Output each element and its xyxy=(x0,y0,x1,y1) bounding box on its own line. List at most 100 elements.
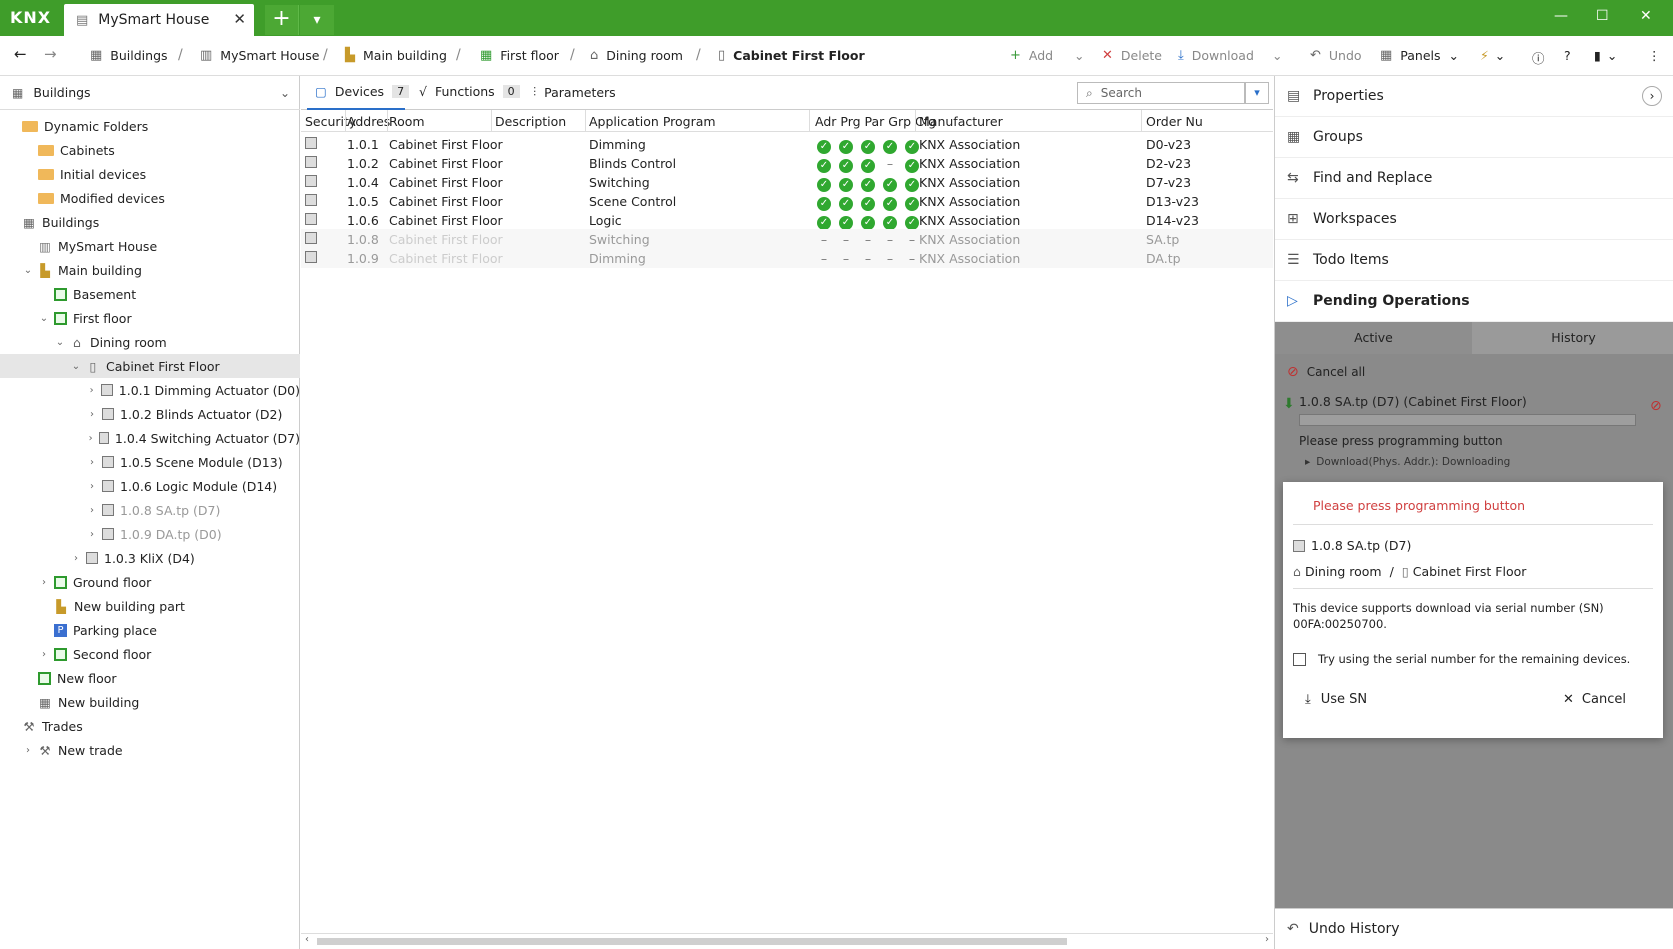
forward-icon[interactable]: → xyxy=(44,45,57,63)
chevron-right-icon[interactable]: › xyxy=(38,649,50,660)
cancel-all-button[interactable]: ⊘ Cancel all xyxy=(1287,364,1365,380)
breadcrumb-main-building[interactable]: ▙ Main building xyxy=(345,48,447,63)
scrollbar-thumb[interactable] xyxy=(317,938,1067,945)
column-header[interactable]: Room xyxy=(389,114,425,129)
column-header[interactable]: Manufacturer xyxy=(919,114,1003,129)
info-icon[interactable]: ⓘ xyxy=(1532,48,1545,67)
tree-item[interactable]: ▥ MySmart House xyxy=(0,234,300,258)
tree-item[interactable]: Modified devices xyxy=(0,186,300,210)
table-row[interactable]: 1.0.6 Cabinet First Floor Logic ✓ ✓ ✓ ✓ ✓ KNX As… xyxy=(301,210,1273,230)
breadcrumb-buildings[interactable]: ▦ Buildings xyxy=(90,48,168,63)
table-row[interactable]: 1.0.4 Cabinet First Floor Switching ✓ ✓ ✓ ✓ ✓ KN… xyxy=(301,172,1273,192)
tree-item[interactable]: New floor xyxy=(0,666,300,690)
tree-item[interactable]: › 1.0.3 KliX (D4) xyxy=(0,546,300,570)
chevron-down-icon[interactable]: ⌄ xyxy=(54,337,66,348)
breadcrumb-house[interactable]: ▥ MySmart House xyxy=(200,48,319,63)
chevron-right-icon[interactable]: › xyxy=(86,409,98,420)
todo-panel-header[interactable]: ☰ Todo Items xyxy=(1275,240,1673,281)
table-row[interactable]: 1.0.8 Cabinet First Floor Switching – – – – – KN… xyxy=(301,229,1273,249)
groups-panel-header[interactable]: ▦ Groups xyxy=(1275,117,1673,158)
chevron-right-icon[interactable]: › xyxy=(86,385,97,396)
document-tab[interactable]: ▤ MySmart House ✕ xyxy=(64,4,254,36)
serial-number-checkbox-row[interactable]: Try using the serial number for the rema… xyxy=(1293,652,1630,666)
maximize-icon[interactable]: ☐ xyxy=(1596,8,1609,24)
chevron-down-icon[interactable]: ⌄ xyxy=(70,361,82,372)
chevron-right-icon[interactable]: › xyxy=(22,745,34,756)
column-header[interactable]: Description xyxy=(495,114,566,129)
help-icon[interactable]: ? xyxy=(1564,48,1571,63)
cancel-operation-icon[interactable]: ⊘ xyxy=(1650,398,1662,414)
column-resize-handle[interactable] xyxy=(345,110,346,132)
column-header[interactable]: Application Program xyxy=(589,114,716,129)
tree-item[interactable]: › 1.0.5 Scene Module (D13) xyxy=(0,450,300,474)
chevron-right-icon[interactable]: › xyxy=(70,553,82,564)
panels-button[interactable]: ▦ Panels ⌄ xyxy=(1380,48,1459,63)
search-options-dropdown[interactable]: ▾ xyxy=(1245,82,1269,104)
table-row[interactable]: 1.0.1 Cabinet First Floor Dimming ✓ ✓ ✓ ✓ ✓ KNX … xyxy=(301,134,1273,154)
use-sn-button[interactable]: ⤓ Use SN xyxy=(1305,692,1367,707)
undo-button[interactable]: ↶ Undo xyxy=(1310,48,1362,63)
panel-selector[interactable]: ▦ Buildings ⌄ xyxy=(0,76,300,110)
chevron-down-icon[interactable]: ⌄ xyxy=(38,313,50,324)
tree-item[interactable]: › 1.0.8 SA.tp (D7) xyxy=(0,498,300,522)
tab-parameters[interactable]: ⫶ Parameters xyxy=(533,84,616,100)
tree-item[interactable]: Initial devices xyxy=(0,162,300,186)
cancel-button[interactable]: ✕ Cancel xyxy=(1563,692,1626,707)
close-window-icon[interactable]: ✕ xyxy=(1640,8,1652,24)
tree-item[interactable]: › 1.0.9 DA.tp (D0) xyxy=(0,522,300,546)
pending-operations-panel-header[interactable]: ▷ Pending Operations xyxy=(1275,281,1673,322)
horizontal-scrollbar[interactable]: ‹ › xyxy=(301,933,1273,949)
column-header[interactable]: Adr Prg Par Grp Cfg xyxy=(815,114,936,129)
delete-button[interactable]: ✕ Delete xyxy=(1102,48,1162,63)
tree-item[interactable]: › 1.0.6 Logic Module (D14) xyxy=(0,474,300,498)
new-tab-button[interactable]: + xyxy=(265,5,299,35)
find-replace-panel-header[interactable]: ⇆ Find and Replace xyxy=(1275,158,1673,199)
connection-button[interactable]: ⚡ ⌄ xyxy=(1480,48,1505,63)
scroll-left-icon[interactable]: ‹ xyxy=(305,934,309,945)
tree-item[interactable]: › 1.0.1 Dimming Actuator (D0) xyxy=(0,378,300,402)
tree-item[interactable]: › Ground floor xyxy=(0,570,300,594)
column-header[interactable]: Addres xyxy=(347,114,390,129)
more-icon[interactable]: ⋮ xyxy=(1648,48,1661,63)
tree-item[interactable]: P Parking place xyxy=(0,618,300,642)
chevron-down-icon[interactable]: ⌄ xyxy=(22,265,34,276)
tab-history[interactable]: History xyxy=(1473,322,1673,354)
column-resize-handle[interactable] xyxy=(387,110,388,132)
chevron-right-icon[interactable]: › xyxy=(86,505,98,516)
column-header[interactable]: Order Nu xyxy=(1146,114,1203,129)
chevron-right-icon[interactable]: › xyxy=(86,457,98,468)
operation-detail[interactable]: ▸ Download(Phys. Addr.): Downloading xyxy=(1305,456,1510,468)
column-resize-handle[interactable] xyxy=(1141,110,1142,132)
column-resize-handle[interactable] xyxy=(585,110,586,132)
tree-item[interactable]: ⚒ Trades xyxy=(0,714,300,738)
tree-item[interactable]: ⌄ ▯ Cabinet First Floor xyxy=(0,354,300,378)
chevron-right-icon[interactable]: › xyxy=(86,529,98,540)
add-button[interactable]: + Add xyxy=(1010,48,1053,63)
search-input[interactable]: ⌕ Search xyxy=(1077,82,1245,104)
download-button[interactable]: ⤓ Download xyxy=(1178,48,1254,63)
column-resize-handle[interactable] xyxy=(915,110,916,132)
tree-item[interactable]: ⌄ First floor xyxy=(0,306,300,330)
tab-devices[interactable]: ▢ Devices 7 xyxy=(315,84,410,99)
column-resize-handle[interactable] xyxy=(491,110,492,132)
table-row[interactable]: 1.0.5 Cabinet First Floor Scene Control ✓ ✓ ✓… xyxy=(301,191,1273,211)
tab-menu-button[interactable]: ▾ xyxy=(300,5,334,35)
tree-item[interactable]: ⌄ ▙ Main building xyxy=(0,258,300,282)
expand-icon[interactable]: › xyxy=(1642,86,1662,106)
add-dropdown[interactable]: ⌄ xyxy=(1074,48,1084,63)
tree-item[interactable]: Dynamic Folders xyxy=(0,114,300,138)
chevron-right-icon[interactable]: › xyxy=(86,433,95,444)
tree-item[interactable]: › 1.0.2 Blinds Actuator (D2) xyxy=(0,402,300,426)
tree-item[interactable]: ▙ New building part xyxy=(0,594,300,618)
tree-item[interactable]: ⌄ ⌂ Dining room xyxy=(0,330,300,354)
tree-item[interactable]: Basement xyxy=(0,282,300,306)
tree-item[interactable]: ▦ New building xyxy=(0,690,300,714)
download-dropdown[interactable]: ⌄ xyxy=(1272,48,1282,63)
tree-item[interactable]: Cabinets xyxy=(0,138,300,162)
back-icon[interactable]: ← xyxy=(14,45,27,63)
user-menu[interactable]: ▮ ⌄ xyxy=(1594,48,1617,63)
table-row[interactable]: 1.0.2 Cabinet First Floor Blinds Control ✓ ✓… xyxy=(301,153,1273,173)
chevron-right-icon[interactable]: › xyxy=(86,481,98,492)
column-resize-handle[interactable] xyxy=(809,110,810,132)
breadcrumb-cabinet[interactable]: ▯ Cabinet First Floor xyxy=(718,48,865,63)
